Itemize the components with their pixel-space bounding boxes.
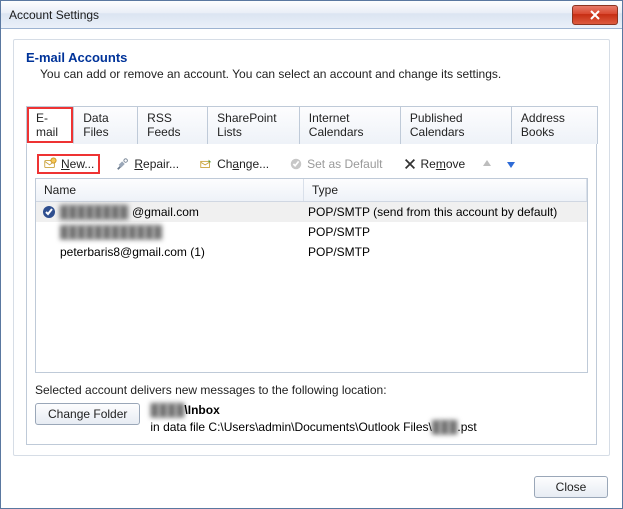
close-icon: [590, 10, 600, 20]
delivery-location-row: Change Folder ████\Inbox in data file C:…: [35, 403, 588, 434]
delivery-path: in data file C:\Users\admin\Documents\Ou…: [150, 420, 476, 434]
tab-address-books[interactable]: Address Books: [511, 106, 598, 144]
dialog-footer: Close: [1, 466, 622, 508]
tab-rss-feeds[interactable]: RSS Feeds: [137, 106, 208, 144]
default-check-icon: [289, 157, 303, 171]
new-mail-icon: [43, 157, 57, 171]
frame: E-mail Accounts You can add or remove an…: [13, 39, 610, 456]
tabstrip: E-mail Data Files RSS Feeds SharePoint L…: [26, 105, 597, 144]
account-name: peterbaris8@gmail.com (1): [60, 245, 205, 259]
move-up-icon[interactable]: [481, 158, 493, 170]
column-type[interactable]: Type: [304, 179, 587, 201]
tab-sharepoint-lists[interactable]: SharePoint Lists: [207, 106, 300, 144]
account-name-cell: ████████████: [40, 225, 308, 239]
section-subtitle: You can add or remove an account. You ca…: [40, 67, 597, 81]
section-heading: E-mail Accounts: [26, 50, 597, 65]
tab-panel: New... Repair...: [26, 144, 597, 445]
content-area: E-mail Accounts You can add or remove an…: [1, 29, 622, 466]
tab-internet-calendars[interactable]: Internet Calendars: [299, 106, 401, 144]
change-icon: [199, 157, 213, 171]
account-type-cell: POP/SMTP: [308, 225, 583, 239]
move-down-icon[interactable]: [505, 158, 517, 170]
account-name-obscured: ████████: [60, 205, 128, 219]
window-close-button[interactable]: [572, 5, 618, 25]
account-type-cell: POP/SMTP: [308, 245, 583, 259]
remove-button[interactable]: Remove: [399, 155, 470, 173]
account-name-obscured: ████████████: [60, 225, 162, 239]
column-name[interactable]: Name: [36, 179, 304, 201]
account-row[interactable]: ████████ @gmail.com POP/SMTP (send from t…: [36, 202, 587, 222]
tab-data-files[interactable]: Data Files: [73, 106, 138, 144]
account-row[interactable]: peterbaris8@gmail.com (1) POP/SMTP: [36, 242, 587, 262]
account-name-cell: ████████ @gmail.com: [40, 205, 308, 219]
tab-email[interactable]: E-mail: [26, 106, 74, 144]
repair-icon: [116, 157, 130, 171]
change-folder-button[interactable]: Change Folder: [35, 403, 140, 425]
repair-label: Repair...: [134, 157, 179, 171]
delivery-location-text: Selected account delivers new messages t…: [35, 383, 588, 397]
delivery-folder: ████\Inbox: [150, 403, 476, 417]
tab-published-calendars[interactable]: Published Calendars: [400, 106, 512, 144]
toolbar: New... Repair...: [37, 154, 588, 174]
account-name-suffix: @gmail.com: [132, 205, 199, 219]
account-row[interactable]: ████████████ POP/SMTP: [36, 222, 587, 242]
account-type-cell: POP/SMTP (send from this account by defa…: [308, 205, 583, 219]
set-default-button[interactable]: Set as Default: [285, 155, 386, 173]
remove-label: Remove: [421, 157, 466, 171]
new-label: New...: [61, 157, 94, 171]
set-default-label: Set as Default: [307, 157, 382, 171]
account-name-cell: peterbaris8@gmail.com (1): [40, 245, 308, 259]
accounts-list: Name Type ████████ @gmail.com POP/SMTP (s…: [35, 178, 588, 373]
window-title: Account Settings: [1, 8, 572, 22]
account-settings-window: Account Settings E-mail Accounts You can…: [0, 0, 623, 509]
delivery-location-details: ████\Inbox in data file C:\Users\admin\D…: [150, 403, 476, 434]
new-button[interactable]: New...: [37, 154, 100, 174]
list-header: Name Type: [36, 179, 587, 202]
remove-icon: [403, 157, 417, 171]
titlebar: Account Settings: [1, 1, 622, 29]
close-button[interactable]: Close: [534, 476, 608, 498]
change-label: Change...: [217, 157, 269, 171]
default-account-icon: [42, 205, 56, 219]
change-button[interactable]: Change...: [195, 155, 273, 173]
repair-button[interactable]: Repair...: [112, 155, 183, 173]
